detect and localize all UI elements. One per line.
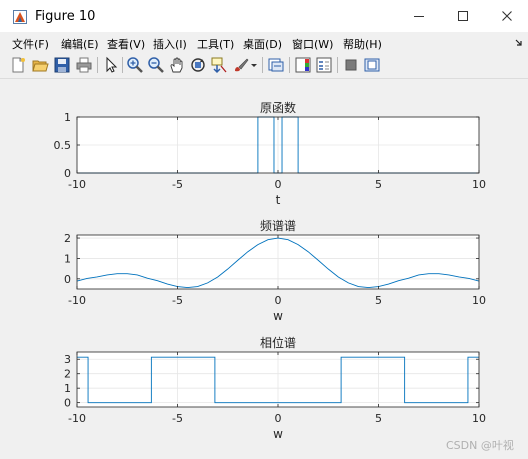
x-axis-label: t [276,193,281,207]
x-tick-label: -5 [172,178,183,191]
subplot-title: 原函数 [260,100,296,115]
x-tick-label: -10 [68,294,86,307]
subplot-title: 相位谱 [260,335,296,350]
x-tick-label: 0 [275,178,282,191]
x-tick-label: 10 [472,178,486,191]
x-tick-label: -10 [68,412,86,425]
y-tick-label: 1 [64,111,71,124]
y-tick-label: 0 [64,397,71,410]
x-tick-label: 0 [275,412,282,425]
x-tick-label: 10 [472,412,486,425]
subplot-title: 频谱谱 [260,219,296,233]
x-tick-label: 5 [375,412,382,425]
subplot-3: -10 -5 0 5 10 0 12 3 相位谱 w [64,335,486,441]
x-tick-label: 0 [275,294,282,307]
y-tick-label: 0 [64,273,71,286]
x-tick-label: 10 [472,294,486,307]
x-axis-label: w [273,427,283,441]
y-tick-label: 3 [64,353,71,366]
subplot-1: -10 -5 0 5 1000.51原函数t [54,100,487,207]
figure-window: Figure 10 文件(F) 编辑(E) 查看(V) 插入(I) 工具(T) … [0,0,528,459]
x-tick-label: 5 [375,178,382,191]
y-tick-label: 1 [64,252,71,265]
y-tick-label: 2 [64,368,71,381]
y-tick-label: 0 [64,167,71,180]
y-tick-label: 2 [64,232,71,245]
watermark: CSDN @叶视 [446,439,514,452]
x-axis-label: w [273,309,283,323]
y-tick-label: 0.5 [54,139,72,152]
x-tick-label: -5 [172,412,183,425]
x-tick-label: 5 [375,294,382,307]
subplot-2: -10 -5 0 5 10 0 1 2 频谱谱 w [64,219,486,323]
y-tick-label: 1 [64,382,71,395]
x-tick-label: -5 [172,294,183,307]
figure-canvas: -10 -5 0 5 1000.51原函数t-10 -5 0 5 10012频谱谱w-10 -5 0… [54,100,487,441]
